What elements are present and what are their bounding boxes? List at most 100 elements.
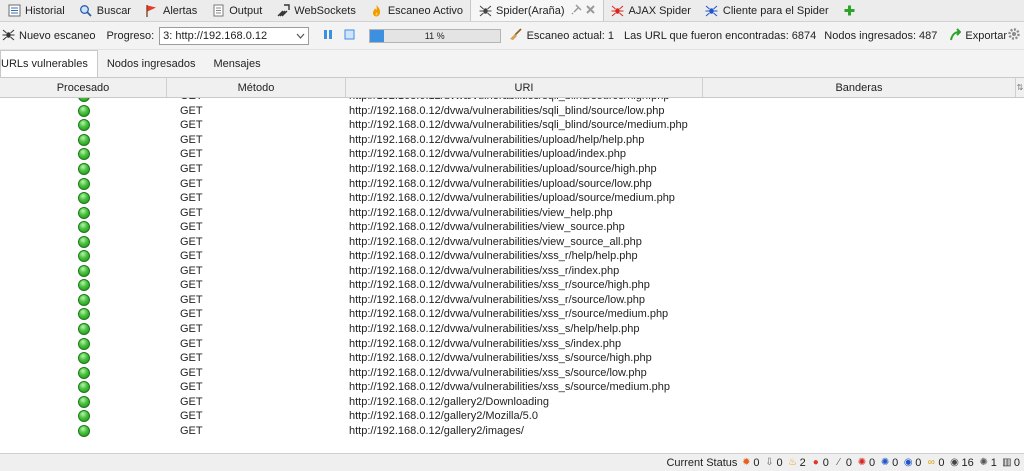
processed-ok-icon: [77, 177, 90, 190]
flags-cell: [703, 394, 1016, 409]
progress-select[interactable]: 3: http://192.168.0.12: [159, 26, 309, 45]
tab-ajax-spider[interactable]: AJAX Spider: [604, 0, 698, 21]
add-tab-button[interactable]: [836, 0, 864, 21]
table-row[interactable]: GET http://192.168.0.12/dvwa/vulnerabilit…: [0, 104, 1024, 119]
stop-icon: ●: [812, 457, 819, 468]
processed-cell: [0, 394, 167, 409]
processed-ok-icon: [77, 352, 90, 365]
status-item: ✺ 0: [880, 457, 898, 469]
uri-cell: http://192.168.0.12/dvwa/vulnerabilities…: [349, 250, 638, 263]
processed-ok-icon: [77, 293, 90, 306]
status-item: ▥ 0: [1002, 457, 1020, 469]
processed-ok-icon: [77, 119, 90, 132]
tab-spider[interactable]: Spider(Araña): [470, 0, 604, 21]
header-metodo[interactable]: Método: [167, 78, 346, 97]
stop-button[interactable]: [344, 29, 355, 43]
flags-cell: [703, 351, 1016, 366]
history-icon: [7, 4, 21, 18]
tab-cliente-spider[interactable]: Cliente para el Spider: [698, 0, 836, 21]
tab-buscar[interactable]: Buscar: [72, 0, 138, 21]
header-banderas[interactable]: Banderas: [703, 78, 1016, 97]
flags-cell: [703, 409, 1016, 424]
processed-cell: [0, 191, 167, 206]
alert-flame-icon: ✹: [742, 457, 751, 468]
table-row[interactable]: GET http://192.168.0.12/dvwa/vulnerabilit…: [0, 118, 1024, 133]
flags-cell: [703, 176, 1016, 191]
status-item: ♨ 2: [788, 457, 806, 469]
tab-escaneo-activo[interactable]: Escaneo Activo: [363, 0, 470, 21]
uri-cell: http://192.168.0.12/gallery2/Downloading: [349, 395, 549, 408]
processed-cell: [0, 380, 167, 395]
uri-cell: http://192.168.0.12/gallery2/Mozilla/5.0: [349, 410, 538, 423]
tab-label: Cliente para el Spider: [722, 4, 829, 17]
table-row[interactable]: GET http://192.168.0.12/dvwa/vulnerabilit…: [0, 351, 1024, 366]
method-cell: GET: [180, 381, 203, 394]
method-cell: GET: [180, 395, 203, 408]
method-cell: GET: [180, 235, 203, 248]
table-row[interactable]: GET http://192.168.0.12/dvwa/vulnerabilit…: [0, 365, 1024, 380]
table-row[interactable]: GET http://192.168.0.12/gallery2/Mozilla/…: [0, 409, 1024, 424]
progress-select-value: 3: http://192.168.0.12: [163, 29, 268, 42]
pause-icon: [323, 29, 333, 43]
table-row[interactable]: GET http://192.168.0.12/dvwa/vulnerabilit…: [0, 380, 1024, 395]
method-cell: GET: [180, 104, 203, 117]
table-row[interactable]: GET http://192.168.0.12/dvwa/vulnerabilit…: [0, 205, 1024, 220]
processed-cell: [0, 293, 167, 308]
status-count: 0: [892, 456, 899, 469]
table-row[interactable]: GET http://192.168.0.12/gallery2/Download…: [0, 394, 1024, 409]
table-row[interactable]: GET http://192.168.0.12/dvwa/vulnerabilit…: [0, 147, 1024, 162]
processed-ok-icon: [77, 366, 90, 379]
processed-cell: [0, 351, 167, 366]
main-tab-bar: Historial Buscar Alertas Output WebSocke…: [0, 0, 1024, 22]
status-count: 0: [822, 456, 829, 469]
table-row[interactable]: GET http://192.168.0.12/dvwa/vulnerabilit…: [0, 234, 1024, 249]
uri-cell: http://192.168.0.12/dvwa/vulnerabilities…: [349, 293, 645, 306]
pin-icon[interactable]: [571, 3, 582, 18]
subtab-mensajes[interactable]: Mensajes: [205, 50, 270, 77]
table-row[interactable]: GET http://192.168.0.12/gallery2/images/: [0, 424, 1024, 439]
new-scan-button[interactable]: Nuevo escaneo: [2, 28, 95, 44]
method-cell: GET: [180, 308, 203, 321]
stop-icon: [344, 29, 355, 43]
tab-output[interactable]: Output: [204, 0, 269, 21]
header-uri[interactable]: URI: [346, 78, 703, 97]
processed-cell: [0, 133, 167, 148]
processed-cell: [0, 176, 167, 191]
tab-websockets[interactable]: WebSockets: [269, 0, 363, 21]
table-row[interactable]: GET http://192.168.0.12/dvwa/vulnerabilit…: [0, 133, 1024, 148]
table-row[interactable]: GET http://192.168.0.12/dvwa/vulnerabilit…: [0, 336, 1024, 351]
tab-historial[interactable]: Historial: [0, 0, 72, 21]
status-count: 0: [845, 456, 852, 469]
table-row[interactable]: GET http://192.168.0.12/dvwa/vulnerabilit…: [0, 191, 1024, 206]
table-row[interactable]: GET http://192.168.0.12/dvwa/vulnerabilit…: [0, 249, 1024, 264]
table-row[interactable]: GET http://192.168.0.12/dvwa/vulnerabilit…: [0, 176, 1024, 191]
table-row[interactable]: GET http://192.168.0.12/dvwa/vulnerabilit…: [0, 220, 1024, 235]
export-button[interactable]: Exportar: [949, 27, 1007, 44]
subtab-urls-vulnerables[interactable]: URLs vulnerables: [0, 50, 98, 77]
table-row[interactable]: GET http://192.168.0.12/dvwa/vulnerabilit…: [0, 264, 1024, 279]
table-row[interactable]: GET http://192.168.0.12/dvwa/vulnerabilit…: [0, 278, 1024, 293]
uri-cell: http://192.168.0.12/dvwa/vulnerabilities…: [349, 264, 620, 277]
progress-label: Progreso:: [106, 29, 155, 42]
header-procesado[interactable]: Procesado: [0, 78, 167, 97]
subtab-nodos-ingresados[interactable]: Nodos ingresados: [98, 50, 205, 77]
processed-ok-icon: [77, 104, 90, 117]
spider-icon: [478, 4, 492, 18]
settings-button[interactable]: [1007, 27, 1021, 44]
tab-label: Buscar: [96, 4, 131, 17]
close-icon[interactable]: [585, 4, 596, 18]
processed-cell: [0, 409, 167, 424]
status-label: Current Status: [666, 456, 738, 469]
table-row[interactable]: GET http://192.168.0.12/dvwa/vulnerabilit…: [0, 293, 1024, 308]
table-row[interactable]: GET http://192.168.0.12/dvwa/vulnerabilit…: [0, 162, 1024, 177]
table-row[interactable]: GET http://192.168.0.12/dvwa/vulnerabilit…: [0, 307, 1024, 322]
tab-alertas[interactable]: Alertas: [138, 0, 204, 21]
eye-blue-icon: ◉: [903, 457, 913, 468]
status-item: ∞ 0: [926, 457, 945, 469]
pause-button[interactable]: [323, 29, 333, 43]
table-row[interactable]: GET http://192.168.0.12/dvwa/vulnerabilit…: [0, 322, 1024, 337]
status-item: ✺ 1: [979, 457, 997, 469]
status-count: 2: [799, 456, 806, 469]
column-chooser-icon[interactable]: ⇅: [1016, 78, 1024, 97]
flags-cell: [703, 336, 1016, 351]
